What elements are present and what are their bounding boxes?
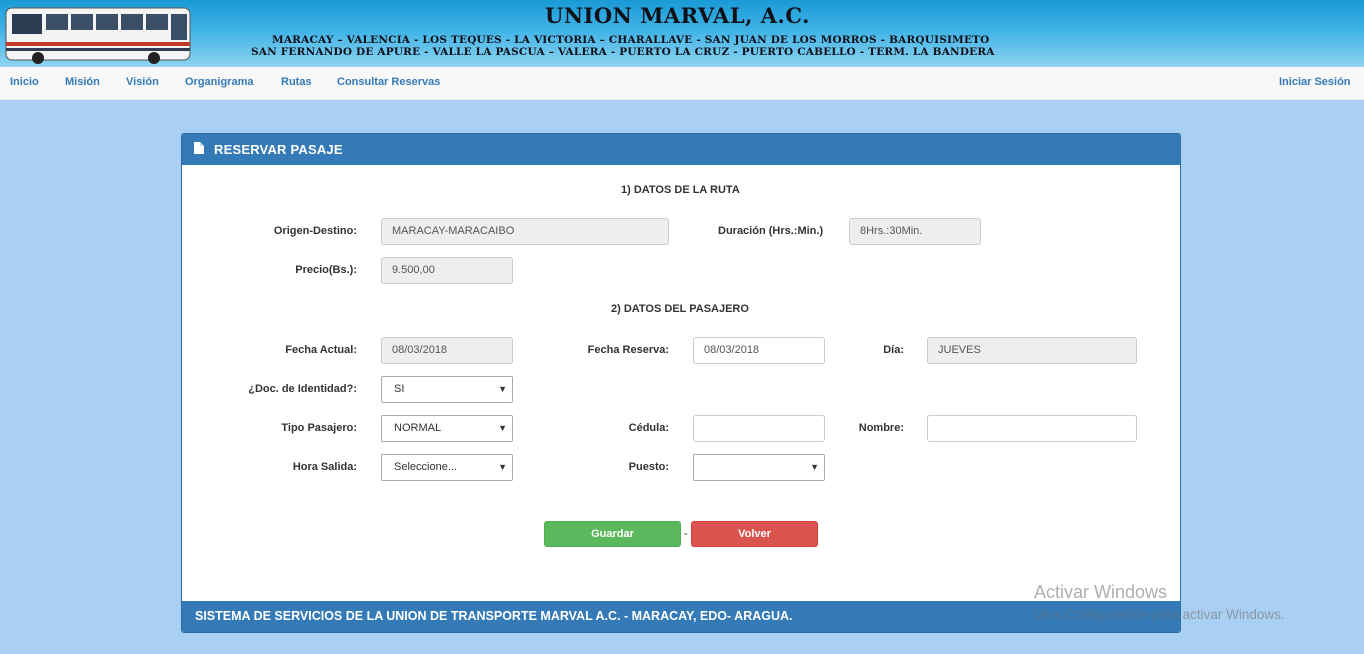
doc-identidad-select[interactable]: SI ▼ [381, 376, 513, 403]
fecha-reserva-field[interactable]: 08/03/2018 [693, 337, 825, 364]
cedula-label: Cédula: [628, 422, 669, 434]
precio-field[interactable]: 9.500,00 [381, 257, 513, 284]
puesto-label: Puesto: [628, 461, 669, 473]
origen-destino-label: Origen-Destino: [273, 225, 357, 237]
hora-salida-select[interactable]: Seleccione... ▼ [381, 454, 513, 481]
panel-title: RESERVAR PASAJE [214, 142, 343, 157]
nav-organigrama[interactable]: Organigrama [185, 76, 253, 88]
doc-identidad-label: ¿Doc. de Identidad?: [248, 383, 357, 395]
nav-inicio[interactable]: Inicio [10, 76, 39, 88]
chevron-down-icon: ▼ [498, 384, 507, 394]
routes-line-2: SAN FERNANDO DE APURE - VALLE LA PASCUA … [251, 46, 995, 58]
panel-heading: RESERVAR PASAJE [182, 134, 1180, 165]
cedula-field[interactable] [693, 415, 825, 442]
puesto-select[interactable]: ▼ [693, 454, 825, 481]
tipo-pasajero-select[interactable]: NORMAL ▼ [381, 415, 513, 442]
nav-mision[interactable]: Misión [65, 76, 100, 88]
document-icon [194, 142, 204, 154]
nombre-label: Nombre: [858, 422, 904, 434]
duracion-field[interactable]: 8Hrs.:30Min. [849, 218, 981, 245]
nombre-field[interactable] [927, 415, 1137, 442]
volver-button[interactable]: Volver [691, 521, 818, 547]
hora-salida-value: Seleccione... [394, 461, 457, 473]
chevron-down-icon: ▼ [810, 462, 819, 472]
nav-consultar-reservas[interactable]: Consultar Reservas [337, 76, 440, 88]
dia-label: Día: [883, 344, 904, 356]
nav-vision[interactable]: Visión [126, 76, 159, 88]
chevron-down-icon: ▼ [498, 423, 507, 433]
nav-iniciar-sesion[interactable]: Iniciar Sesión [1279, 76, 1351, 88]
dia-field[interactable]: JUEVES [927, 337, 1137, 364]
doc-identidad-value: SI [394, 383, 405, 395]
button-separator: - [684, 528, 688, 540]
fecha-actual-label: Fecha Actual: [285, 344, 357, 356]
fecha-actual-field[interactable]: 08/03/2018 [381, 337, 513, 364]
activation-watermark-subtitle: Ve a Configuración para activar Windows. [1034, 607, 1285, 622]
duracion-label: Duración (Hrs.:Min.) [718, 225, 824, 237]
tipo-pasajero-value: NORMAL [394, 422, 442, 434]
fecha-reserva-label: Fecha Reserva: [587, 344, 669, 356]
chevron-down-icon: ▼ [498, 462, 507, 472]
routes-line-1: MARACAY – VALENCIA - LOS TEQUES - LA VIC… [272, 34, 990, 46]
reserve-panel: RESERVAR PASAJE 1) DATOS DE LA RUTA Orig… [181, 133, 1181, 633]
nav-rutas[interactable]: Rutas [281, 76, 312, 88]
section-ruta-title: 1) DATOS DE LA RUTA [621, 184, 740, 196]
section-pasajero-title: 2) DATOS DEL PASAJERO [611, 303, 749, 315]
panel-footer: SISTEMA DE SERVICIOS DE LA UNION DE TRAN… [182, 601, 1180, 632]
precio-label: Precio(Bs.): [295, 264, 357, 276]
tipo-pasajero-label: Tipo Pasajero: [281, 422, 357, 434]
footer-text: SISTEMA DE SERVICIOS DE LA UNION DE TRAN… [195, 609, 793, 623]
top-navbar: Inicio Misión Visión Organigrama Rutas C… [0, 67, 1364, 100]
header-banner: UNION MARVAL, A.C. MARACAY – VALENCIA - … [0, 0, 1364, 67]
bus-logo [5, 7, 191, 64]
activation-watermark-title: Activar Windows [1034, 582, 1168, 602]
hora-salida-label: Hora Salida: [292, 461, 357, 473]
guardar-button[interactable]: Guardar [544, 521, 681, 547]
company-name: UNION MARVAL, A.C. [545, 3, 810, 28]
origen-destino-field[interactable]: MARACAY-MARACAIBO [381, 218, 669, 245]
